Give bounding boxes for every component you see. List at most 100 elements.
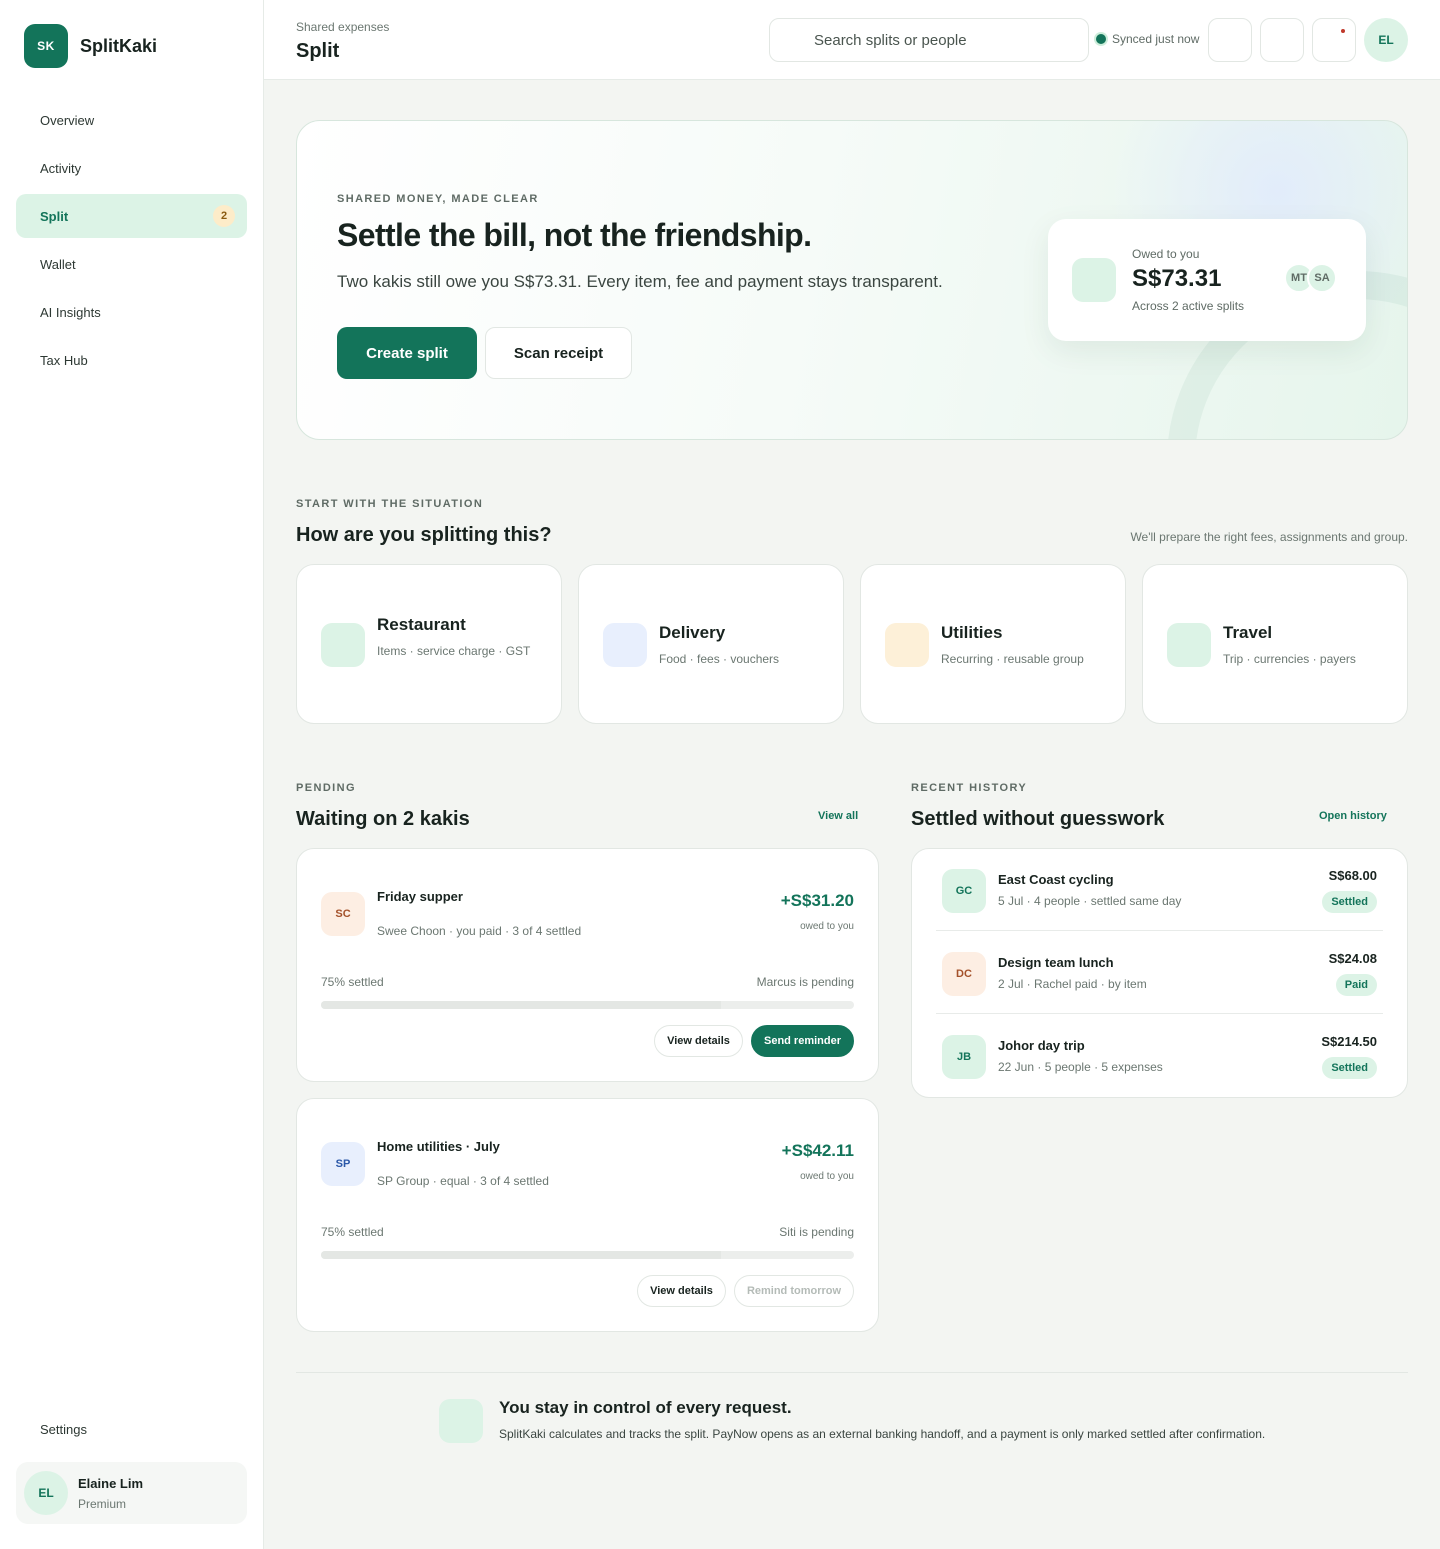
trust-text: SplitKaki calculates and tracks the spli… xyxy=(499,1427,1266,1441)
hero-title: Settle the bill, not the friendship. xyxy=(337,217,812,253)
split-amount: +S$42.11 xyxy=(781,1141,854,1160)
shield-icon xyxy=(439,1399,483,1443)
delivery-card[interactable]: Delivery Food · fees · vouchers xyxy=(578,564,844,724)
delivery-icon xyxy=(603,623,647,667)
hero-subtitle: Two kakis still owe you S$73.31. Every i… xyxy=(337,272,943,291)
open-history-link[interactable]: Open history xyxy=(1319,810,1387,822)
sidebar-item-tax-hub[interactable]: Tax Hub xyxy=(16,338,247,382)
avatar: DC xyxy=(942,952,986,996)
progress-bar xyxy=(321,1001,854,1009)
scan-receipt-button[interactable]: Scan receipt xyxy=(485,327,632,379)
split-meta: SP Group · equal · 3 of 4 settled xyxy=(377,1174,549,1188)
situation-note: We'll prepare the right fees, assignment… xyxy=(1130,530,1408,544)
history-row[interactable]: GC East Coast cycling 5 Jul · 4 people ·… xyxy=(936,849,1383,931)
owed-label: owed to you xyxy=(800,921,854,932)
notifications-button[interactable] xyxy=(1312,18,1356,62)
card-desc: Food · fees · vouchers xyxy=(659,652,780,666)
progress-fill xyxy=(321,1251,721,1259)
notification-dot-icon xyxy=(1341,29,1345,33)
sidebar-item-activity[interactable]: Activity xyxy=(16,146,247,190)
user-card[interactable]: EL Elaine Lim Premium xyxy=(16,1462,247,1524)
search-placeholder: Search splits or people xyxy=(814,31,967,49)
progress-label: 75% settled xyxy=(321,1225,384,1239)
hero-eyebrow: SHARED MONEY, MADE CLEAR xyxy=(337,193,539,205)
sidebar-item-overview[interactable]: Overview xyxy=(16,98,247,142)
progress-fill xyxy=(321,1001,721,1009)
split-title: Home utilities · July xyxy=(377,1139,500,1154)
progress-label: 75% settled xyxy=(321,975,384,989)
split-title: Friday supper xyxy=(377,889,463,904)
search-input[interactable]: Search splits or people xyxy=(769,18,1089,62)
hero-banner: SHARED MONEY, MADE CLEAR Settle the bill… xyxy=(296,120,1408,440)
sidebar-item-label: Activity xyxy=(40,160,82,176)
sidebar-item-split[interactable]: Split 2 xyxy=(16,194,247,238)
card-desc: Trip · currencies · payers xyxy=(1223,652,1356,666)
nav-count-badge: 2 xyxy=(213,205,235,227)
history-meta: 22 Jun · 5 people · 5 expenses xyxy=(998,1060,1163,1074)
page-title: Split xyxy=(296,40,340,62)
view-all-link[interactable]: View all xyxy=(818,810,858,822)
send-reminder-button[interactable]: Send reminder xyxy=(751,1025,854,1057)
topbar: Shared expenses Split Search splits or p… xyxy=(264,0,1440,80)
profile-avatar[interactable]: EL xyxy=(1364,18,1408,62)
utilities-icon xyxy=(885,623,929,667)
history-row[interactable]: DC Design team lunch 2 Jul · Rachel paid… xyxy=(936,932,1383,1014)
owed-label: Owed to you xyxy=(1132,247,1200,261)
pending-person: Marcus is pending xyxy=(756,975,854,989)
history-amount: S$68.00 xyxy=(1328,868,1377,883)
avatar: GC xyxy=(942,869,986,913)
owed-label: owed to you xyxy=(800,1171,854,1182)
sync-status: Synced just now xyxy=(1096,32,1199,46)
status-badge: Paid xyxy=(1335,974,1377,996)
card-title: Delivery xyxy=(659,623,726,642)
brand[interactable]: SK SplitKaki xyxy=(24,24,157,68)
card-title: Utilities xyxy=(941,623,1003,642)
search-icon xyxy=(788,33,800,45)
travel-card[interactable]: Travel Trip · currencies · payers xyxy=(1142,564,1408,724)
history-row[interactable]: JB Johor day trip 22 Jun · 5 people · 5 … xyxy=(936,1015,1383,1097)
history-list: GC East Coast cycling 5 Jul · 4 people ·… xyxy=(911,848,1408,1098)
sidebar-item-label: Overview xyxy=(40,112,95,128)
view-details-button[interactable]: View details xyxy=(654,1025,743,1057)
calendar-button[interactable] xyxy=(1260,18,1304,62)
restaurant-icon xyxy=(321,623,365,667)
avatar: SP xyxy=(321,1142,365,1186)
sidebar-item-ai-insights[interactable]: AI Insights xyxy=(16,290,247,334)
pending-title: Waiting on 2 kakis xyxy=(296,808,470,830)
pending-split-card[interactable]: SP Home utilities · July SP Group · equa… xyxy=(296,1098,879,1332)
utilities-card[interactable]: Utilities Recurring · reusable group xyxy=(860,564,1126,724)
sync-status-text: Synced just now xyxy=(1112,32,1200,46)
wallet-icon xyxy=(1072,258,1116,302)
avatar: JB xyxy=(942,1035,986,1079)
sidebar-item-wallet[interactable]: Wallet xyxy=(16,242,247,286)
card-desc: Recurring · reusable group xyxy=(941,652,1084,666)
situation-title: How are you splitting this? xyxy=(296,524,552,546)
owed-summary-card[interactable]: Owed to you S$73.31 Across 2 active spli… xyxy=(1048,219,1366,341)
status-badge: Settled xyxy=(1322,1057,1377,1079)
pending-person: Siti is pending xyxy=(779,1225,854,1239)
help-button[interactable] xyxy=(1208,18,1252,62)
situation-eyebrow: START WITH THE SITUATION xyxy=(296,498,484,510)
trust-title: You stay in control of every request. xyxy=(499,1398,792,1417)
sidebar-item-settings[interactable]: Settings xyxy=(40,1422,87,1437)
pending-split-card[interactable]: SC Friday supper Swee Choon · you paid ·… xyxy=(296,848,879,1082)
history-meta: 2 Jul · Rachel paid · by item xyxy=(998,977,1147,991)
card-title: Travel xyxy=(1223,623,1273,642)
card-title: Restaurant xyxy=(377,615,466,634)
user-plan: Premium xyxy=(78,1496,127,1511)
history-meta: 5 Jul · 4 people · settled same day xyxy=(998,894,1182,908)
view-details-button[interactable]: View details xyxy=(637,1275,726,1307)
avatar: SC xyxy=(321,892,365,936)
sidebar: SK SplitKaki Overview Activity Split 2 Wa… xyxy=(0,0,264,1549)
divider xyxy=(296,1372,1408,1373)
sidebar-item-label: Tax Hub xyxy=(40,352,88,368)
sync-dot-icon xyxy=(1096,34,1106,44)
create-split-button[interactable]: Create split xyxy=(337,327,477,379)
sidebar-item-label: AI Insights xyxy=(40,304,101,320)
remind-tomorrow-button[interactable]: Remind tomorrow xyxy=(734,1275,854,1307)
avatar: SA xyxy=(1307,263,1337,293)
restaurant-card[interactable]: Restaurant Items · service charge · GST xyxy=(296,564,562,724)
history-title: Johor day trip xyxy=(998,1038,1085,1053)
history-amount: S$214.50 xyxy=(1321,1034,1377,1049)
pending-eyebrow: PENDING xyxy=(296,782,356,794)
